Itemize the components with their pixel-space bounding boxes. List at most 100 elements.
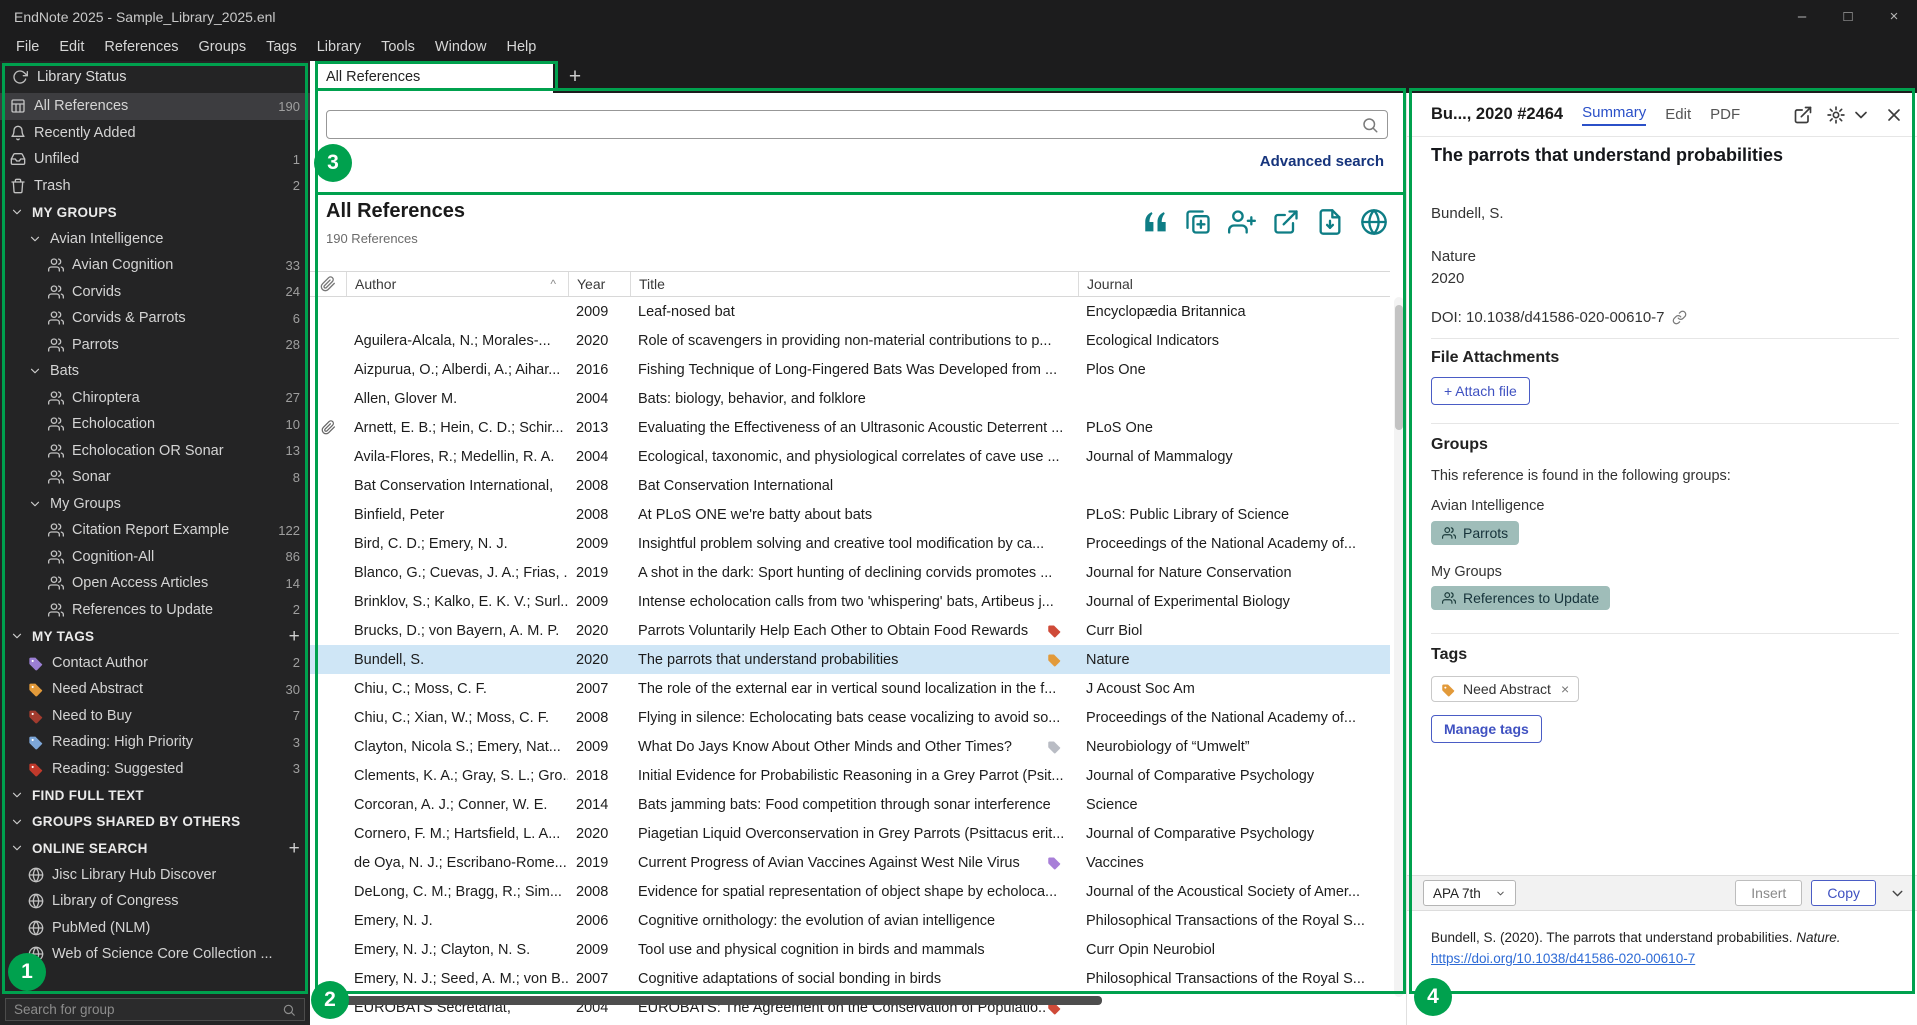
gear-icon[interactable]	[1826, 105, 1846, 125]
sidebar-item-trash[interactable]: Trash 2	[0, 173, 310, 200]
sidebar-item-corvids-parrots[interactable]: Corvids & Parrots 6	[0, 305, 310, 332]
advanced-search-link[interactable]: Advanced search	[1260, 153, 1384, 170]
find-full-text-button[interactable]	[1316, 208, 1344, 236]
column-attachment[interactable]	[310, 272, 346, 296]
sidebar-item-echolocation-or-sonar[interactable]: Echolocation OR Sonar 13	[0, 438, 310, 465]
reference-row[interactable]: 2009 Leaf-nosed bat Encyclopædia Britannic…	[310, 297, 1390, 326]
menu-file[interactable]: File	[6, 35, 49, 59]
menu-references[interactable]: References	[94, 35, 188, 59]
menu-tools[interactable]: Tools	[371, 35, 425, 59]
close-panel-icon[interactable]	[1884, 105, 1904, 125]
menu-tags[interactable]: Tags	[256, 35, 307, 59]
reference-row[interactable]: DeLong, C. M.; Bragg, R.; Sim... 2008 Evid…	[310, 877, 1390, 906]
reference-row[interactable]: Cornero, F. M.; Hartsfield, L. A... 2020 P…	[310, 819, 1390, 848]
attach-file-button[interactable]: + Attach file	[1431, 377, 1530, 405]
column-year[interactable]: Year	[568, 272, 630, 296]
maximize-button[interactable]: □	[1825, 0, 1871, 33]
reference-row[interactable]: Bird, C. D.; Emery, N. J. 2009 Insightful …	[310, 529, 1390, 558]
remove-tag-icon[interactable]: ×	[1561, 681, 1569, 697]
sidebar-item-library-of-congress[interactable]: Library of Congress	[0, 888, 310, 915]
close-button[interactable]: ×	[1871, 0, 1917, 33]
reference-row[interactable]: Emery, N. J.; Clayton, N. S. 2009 Tool use…	[310, 935, 1390, 964]
sidebar-item-references-to-update[interactable]: References to Update 2	[0, 597, 310, 624]
open-in-new-window-icon[interactable]	[1793, 105, 1813, 125]
add-button[interactable]: +	[289, 627, 300, 646]
insert-citation-button[interactable]	[1140, 208, 1168, 236]
reference-row[interactable]: Chiu, C.; Moss, C. F. 2007 The role of the…	[310, 674, 1390, 703]
sidebar-item-need-abstract[interactable]: Need Abstract 30	[0, 676, 310, 703]
sidebar-section-groups-shared-by-others[interactable]: GROUPS SHARED BY OTHERS	[0, 809, 310, 836]
menu-edit[interactable]: Edit	[49, 35, 94, 59]
reference-row[interactable]: Aizpurua, O.; Alberdi, A.; Aihar... 2016 F…	[310, 355, 1390, 384]
reference-row[interactable]: Brinklov, S.; Kalko, E. K. V.; Surl... 20…	[310, 587, 1390, 616]
group-badge-references-to-update[interactable]: References to Update	[1431, 586, 1611, 610]
sidebar-item-web-of-science-core-collection[interactable]: Web of Science Core Collection ...	[0, 941, 310, 968]
sidebar-section-online-search[interactable]: ONLINE SEARCH +	[0, 835, 310, 862]
tag-chip-need-abstract[interactable]: Need Abstract ×	[1431, 676, 1580, 702]
sidebar-item-reading-high-priority[interactable]: Reading: High Priority 3	[0, 729, 310, 756]
tab-pdf[interactable]: PDF	[1710, 106, 1740, 123]
reference-row[interactable]: Brucks, D.; von Bayern, A. M. P. 2020 Parr…	[310, 616, 1390, 645]
tab-summary[interactable]: Summary	[1582, 104, 1647, 126]
sidebar-item-jisc-library-hub-discover[interactable]: Jisc Library Hub Discover	[0, 862, 310, 889]
reference-row[interactable]: Aguilera-Alcala, N.; Morales-... 2020 Role…	[310, 326, 1390, 355]
reference-row[interactable]: Bat Conservation International, 2008 Bat C…	[310, 471, 1390, 500]
sidebar-item-parrots[interactable]: Parrots 28	[0, 332, 310, 359]
tab-all-references[interactable]: All References	[310, 61, 553, 93]
sidebar-item-citation-report-example[interactable]: Citation Report Example 122	[0, 517, 310, 544]
sidebar-item-pubmed-nlm[interactable]: PubMed (NLM)	[0, 915, 310, 942]
group-badge-parrots[interactable]: Parrots	[1431, 521, 1520, 545]
vertical-scrollbar[interactable]	[1394, 297, 1404, 997]
sidebar-item-cognition-all[interactable]: Cognition-All 86	[0, 544, 310, 571]
add-button[interactable]: +	[289, 839, 300, 858]
sidebar-item-need-to-buy[interactable]: Need to Buy 7	[0, 703, 310, 730]
group-search-input[interactable]: Search for group	[5, 998, 305, 1021]
sidebar-item-chiroptera[interactable]: Chiroptera 27	[0, 385, 310, 412]
manage-tags-button[interactable]: Manage tags	[1431, 715, 1542, 743]
sidebar-item-all-references[interactable]: All References 190	[0, 93, 310, 120]
insert-button[interactable]: Insert	[1735, 880, 1803, 906]
reference-row[interactable]: Clayton, Nicola S.; Emery, Nat... 2009 Wha…	[310, 732, 1390, 761]
sidebar-item-recently-added[interactable]: Recently Added	[0, 120, 310, 147]
sidebar-section-my-groups[interactable]: MY GROUPS	[0, 199, 310, 226]
reference-row[interactable]: Blanco, G.; Cuevas, J. A.; Frias, ... 201…	[310, 558, 1390, 587]
link-icon[interactable]	[1672, 310, 1687, 325]
reference-row[interactable]: Allen, Glover M. 2004 Bats: biology, behav…	[310, 384, 1390, 413]
citation-style-select[interactable]: APA 7th	[1423, 880, 1516, 906]
menu-help[interactable]: Help	[497, 35, 547, 59]
menu-library[interactable]: Library	[307, 35, 371, 59]
reference-row[interactable]: Emery, N. J. 2006 Cognitive ornithology: t…	[310, 906, 1390, 935]
minimize-button[interactable]: –	[1779, 0, 1825, 33]
reference-row[interactable]: Arnett, E. B.; Hein, C. D.; Schir... 2013…	[310, 413, 1390, 442]
sidebar-item-unfiled[interactable]: Unfiled 1	[0, 146, 310, 173]
horizontal-scrollbar[interactable]	[312, 996, 1102, 1005]
sidebar-item-echolocation[interactable]: Echolocation 10	[0, 411, 310, 438]
tab-edit[interactable]: Edit	[1665, 106, 1691, 123]
sidebar-item-contact-author[interactable]: Contact Author 2	[0, 650, 310, 677]
doi-link[interactable]: https://doi.org/10.1038/d41586-020-00610…	[1431, 951, 1695, 966]
scrollbar-thumb[interactable]	[1395, 305, 1403, 430]
reference-row[interactable]: de Oya, N. J.; Escribano-Rome... 2019 Curr…	[310, 848, 1390, 877]
sidebar-item-reading-suggested[interactable]: Reading: Suggested 3	[0, 756, 310, 783]
menu-groups[interactable]: Groups	[189, 35, 257, 59]
sidebar-group-bats[interactable]: Bats	[0, 358, 310, 385]
column-title[interactable]: Title	[630, 272, 1078, 296]
export-button[interactable]	[1272, 208, 1300, 236]
online-search-button[interactable]	[1360, 208, 1388, 236]
reference-row[interactable]: Emery, N. J.; Seed, A. M.; von B... 2007 C…	[310, 964, 1390, 993]
search-input[interactable]	[326, 110, 1388, 139]
reference-row[interactable]: Chiu, C.; Xian, W.; Moss, C. F. 2008 Flyin…	[310, 703, 1390, 732]
copy-button[interactable]: Copy	[1811, 880, 1876, 906]
sidebar-item-sonar[interactable]: Sonar 8	[0, 464, 310, 491]
library-status[interactable]: Library Status	[0, 61, 310, 93]
column-author[interactable]: Author ^	[346, 272, 568, 296]
share-with-user-button[interactable]	[1228, 208, 1256, 236]
sidebar-group-avian-intelligence[interactable]: Avian Intelligence	[0, 226, 310, 253]
reference-row[interactable]: Binfield, Peter 2008 At PLoS ONE we're bat…	[310, 500, 1390, 529]
reference-row[interactable]: Avila-Flores, R.; Medellin, R. A. 2004 Eco…	[310, 442, 1390, 471]
sidebar-group-my-groups[interactable]: My Groups	[0, 491, 310, 518]
new-tab-button[interactable]: +	[553, 61, 597, 93]
reference-row[interactable]: Corcoran, A. J.; Conner, W. E. 2014 Bats j…	[310, 790, 1390, 819]
collapse-panel-icon[interactable]	[1889, 885, 1906, 902]
reference-row[interactable]: Clements, K. A.; Gray, S. L.; Gro... 2018…	[310, 761, 1390, 790]
